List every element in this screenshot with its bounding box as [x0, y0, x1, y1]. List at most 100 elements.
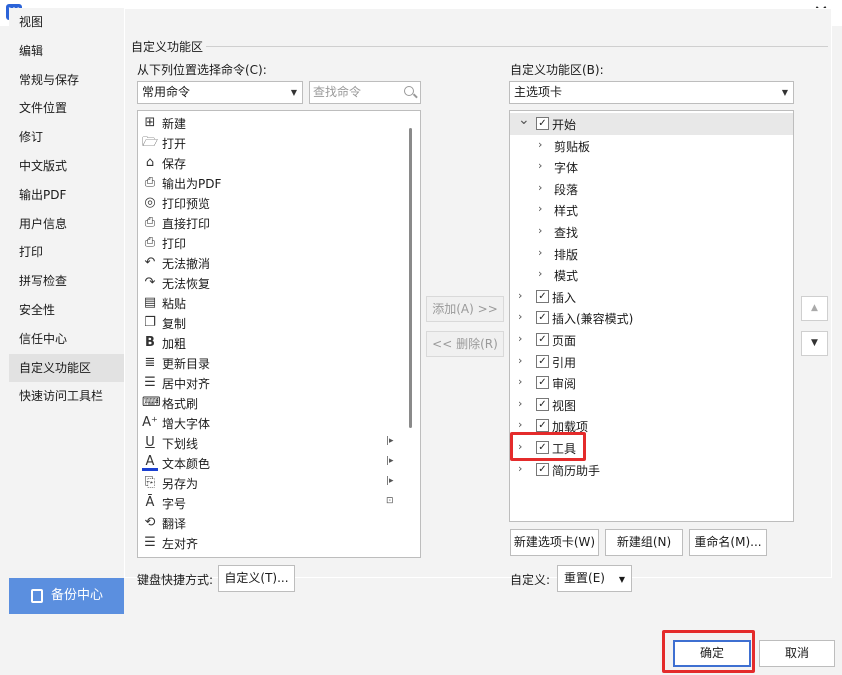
command-item[interactable]: ◎ 打印预览	[138, 193, 408, 213]
tree-node[interactable]: › ✓ 审阅	[510, 372, 793, 394]
backup-center-button[interactable]: 备份中心	[9, 578, 124, 614]
tree-node[interactable]: › 剪贴板	[510, 135, 793, 157]
command-item[interactable]: ⎙ 直接打印	[138, 213, 408, 233]
rename-button[interactable]: 重命名(M)...	[689, 529, 767, 556]
chevron-right-icon[interactable]: ›	[538, 181, 542, 194]
chevron-right-icon[interactable]: ›	[518, 375, 522, 388]
sidebar-item[interactable]: 文件位置	[9, 94, 124, 123]
command-search-input[interactable]: 查找命令	[309, 81, 421, 104]
command-item[interactable]: ⌨ 格式刷	[138, 393, 408, 413]
command-label: 文本颜色	[162, 457, 211, 471]
tree-node[interactable]: › 排版	[510, 243, 793, 265]
command-item[interactable]: ↷ 无法恢复	[138, 273, 408, 293]
command-source-select[interactable]: 常用命令 ▼	[137, 81, 303, 104]
sidebar-item[interactable]: 快速访问工具栏	[9, 382, 124, 411]
tree-node[interactable]: › 样式	[510, 199, 793, 221]
checkbox-icon[interactable]: ✓	[536, 117, 549, 130]
chevron-right-icon[interactable]: ›	[518, 462, 522, 475]
checkbox-icon[interactable]: ✓	[536, 397, 549, 411]
sidebar-item[interactable]: 修订	[9, 123, 124, 152]
tree-node[interactable]: › 字体	[510, 156, 793, 178]
tree-node[interactable]: › ✓ 引用	[510, 351, 793, 373]
command-item[interactable]: ↶ 无法撤消	[138, 253, 408, 273]
command-item[interactable]: ⌂ 保存	[138, 153, 408, 173]
submenu-arrow-icon: |▸	[386, 456, 394, 466]
sidebar-item[interactable]: 编辑	[9, 37, 124, 66]
tree-node[interactable]: › 查找	[510, 221, 793, 243]
chevron-right-icon[interactable]: ›	[538, 246, 542, 259]
new-tab-button[interactable]: 新建选项卡(W)	[510, 529, 599, 556]
sidebar-item[interactable]: 自定义功能区	[9, 353, 124, 383]
chevron-right-icon[interactable]: ›	[538, 224, 542, 237]
chevron-right-icon[interactable]: ›	[518, 289, 522, 302]
tree-node-label: 引用	[552, 355, 577, 370]
save-as-icon: ⎘	[144, 475, 156, 490]
command-item[interactable]: ⎙ 打印	[138, 233, 408, 253]
customize-shortcut-button[interactable]: 自定义(T)...	[218, 565, 295, 592]
sidebar-item[interactable]: 信任中心	[9, 325, 124, 354]
remove-button[interactable]: << 删除(R)	[426, 331, 504, 357]
ribbon-tabs-select[interactable]: 主选项卡 ▼	[509, 81, 794, 104]
command-item[interactable]: 🗁 打开	[138, 133, 408, 153]
checkbox-icon[interactable]: ✓	[536, 376, 549, 390]
tree-node[interactable]: › ✓ 插入	[510, 286, 793, 308]
chevron-right-icon[interactable]: ›	[538, 138, 542, 151]
chevron-right-icon[interactable]: ›	[538, 159, 542, 172]
cancel-button[interactable]: 取消	[759, 640, 835, 667]
checkbox-icon[interactable]: ✓	[536, 419, 549, 433]
tree-node[interactable]: › ✓ 视图	[510, 394, 793, 416]
move-down-button[interactable]: ▼	[801, 331, 828, 356]
chevron-right-icon[interactable]: ›	[518, 418, 522, 431]
sidebar-item[interactable]: 中文版式	[9, 152, 124, 181]
checkbox-icon[interactable]: ✓	[536, 462, 549, 476]
command-item[interactable]: U 下划线 |▸	[138, 433, 408, 453]
command-list[interactable]: ⊞ 新建 🗁 打开 ⌂ 保存 ⎙ 输出为PDF ◎ 打印预览 ⎙ 直接打印 ⎙ 打印 ↶ 无法撤消 ↷ 无法恢复 ▤…	[137, 110, 421, 558]
reset-button[interactable]: 重置(E) ▼	[557, 565, 632, 592]
chevron-down-icon: ▼	[290, 88, 297, 97]
direct-print-icon: ⎙	[144, 215, 156, 230]
command-item[interactable]: A⁺ 增大字体	[138, 413, 408, 433]
tree-node[interactable]: › ✓ 简历助手	[510, 459, 793, 481]
command-item[interactable]: ☰ 居中对齐	[138, 373, 408, 393]
command-list-scrollbar[interactable]	[409, 128, 412, 428]
command-item[interactable]: ⊞ 新建	[138, 113, 408, 133]
sidebar-item[interactable]: 打印	[9, 238, 124, 267]
command-item[interactable]: ⟲ 翻译	[138, 513, 408, 533]
checkbox-icon[interactable]: ✓	[536, 289, 549, 303]
command-item[interactable]: ▤ 粘贴	[138, 293, 408, 313]
checkbox-icon[interactable]: ✓	[536, 333, 549, 346]
command-item[interactable]: Ā 字号 ⊡	[138, 493, 408, 513]
command-item[interactable]: ☰ 左对齐	[138, 533, 408, 553]
command-item[interactable]: ❐ 复制	[138, 313, 408, 333]
move-up-button[interactable]: ▲	[801, 296, 828, 321]
chevron-right-icon[interactable]: ›	[518, 332, 522, 345]
add-button[interactable]: 添加(A) >>	[426, 296, 504, 322]
tree-node[interactable]: ⌄ ✓ 开始	[510, 112, 793, 135]
command-item[interactable]: ⎙ 输出为PDF	[138, 173, 408, 193]
command-item[interactable]: ≣ 更新目录	[138, 353, 408, 373]
chevron-right-icon[interactable]: ›	[538, 202, 542, 215]
tree-node[interactable]: › ✓ 插入(兼容模式)	[510, 307, 793, 329]
command-item[interactable]: B 加粗	[138, 333, 408, 353]
sidebar-item[interactable]: 拼写检查	[9, 267, 124, 296]
tree-node[interactable]: › ✓ 页面	[510, 329, 793, 351]
sidebar-item[interactable]: 安全性	[9, 296, 124, 325]
command-item[interactable]: ⎘ 另存为 |▸	[138, 473, 408, 493]
sidebar-item[interactable]: 用户信息	[9, 210, 124, 239]
command-item[interactable]: A 文本颜色 |▸	[138, 453, 408, 473]
ok-button[interactable]: 确定	[673, 640, 751, 667]
tree-node-label: 简历助手	[552, 463, 601, 478]
chevron-right-icon[interactable]: ›	[538, 267, 542, 280]
sidebar-item[interactable]: 输出PDF	[9, 181, 124, 210]
checkbox-icon[interactable]: ✓	[536, 354, 549, 368]
chevron-right-icon[interactable]: ›	[518, 354, 522, 367]
tree-node[interactable]: › 模式	[510, 264, 793, 286]
new-group-button[interactable]: 新建组(N)	[605, 529, 683, 556]
chevron-down-icon[interactable]: ⌄	[518, 112, 530, 128]
checkbox-icon[interactable]: ✓	[536, 311, 549, 325]
sidebar-item[interactable]: 常规与保存	[9, 66, 124, 95]
sidebar-item[interactable]: 视图	[9, 8, 124, 37]
chevron-right-icon[interactable]: ›	[518, 310, 522, 323]
chevron-right-icon[interactable]: ›	[518, 397, 522, 410]
tree-node[interactable]: › 段落	[510, 178, 793, 200]
